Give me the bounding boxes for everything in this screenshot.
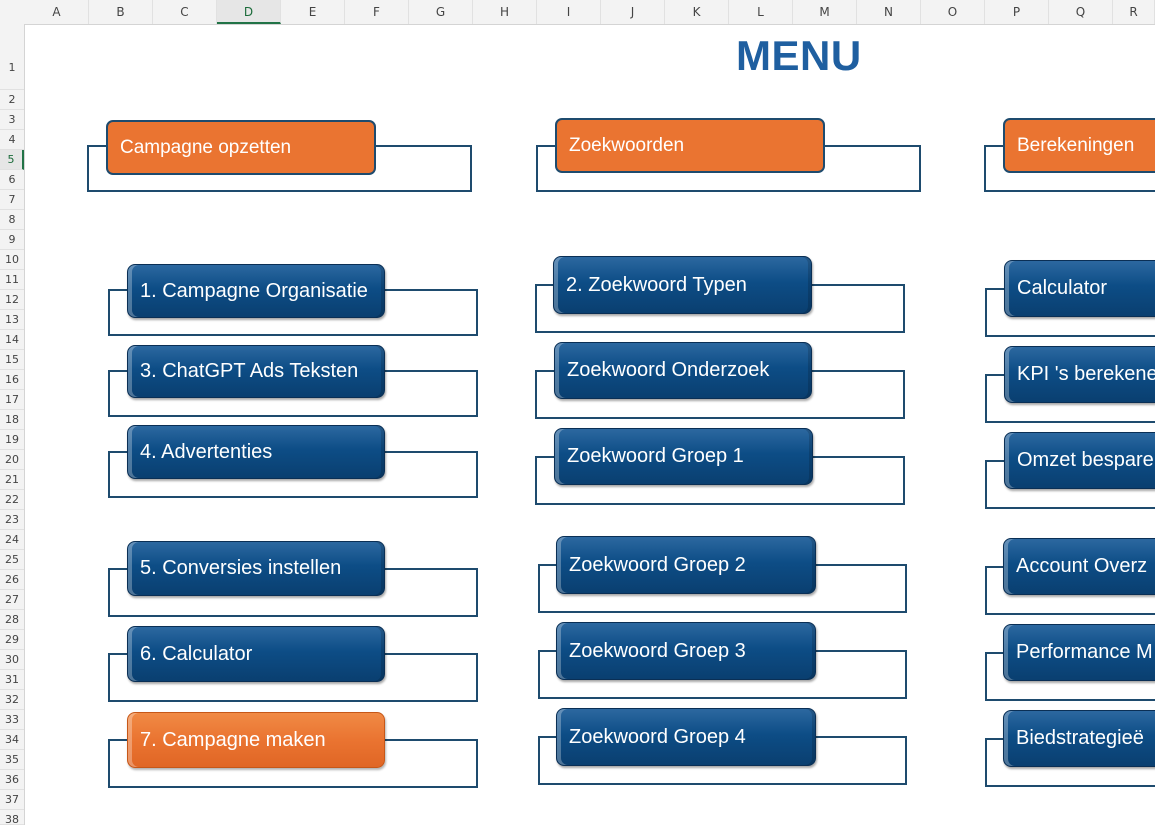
row-header[interactable]: 34: [0, 730, 24, 750]
menu-button-calculator[interactable]: 6. Calculator: [127, 626, 385, 682]
column-headers: A B C D E F G H I J K L M N O P Q R: [0, 0, 1155, 25]
column-header-o[interactable]: O: [921, 0, 985, 24]
column-header-p[interactable]: P: [985, 0, 1049, 24]
row-header[interactable]: 21: [0, 470, 24, 490]
menu-button-advertenties[interactable]: 4. Advertenties: [127, 425, 385, 479]
row-header[interactable]: 23: [0, 510, 24, 530]
row-header[interactable]: 26: [0, 570, 24, 590]
column-header-d[interactable]: D: [217, 0, 281, 24]
column-header-l[interactable]: L: [729, 0, 793, 24]
row-header[interactable]: 8: [0, 210, 24, 230]
row-header[interactable]: 18: [0, 410, 24, 430]
row-header[interactable]: 10: [0, 250, 24, 270]
menu-title: MENU: [736, 32, 862, 79]
row-header[interactable]: 16: [0, 370, 24, 390]
column-header-g[interactable]: G: [409, 0, 473, 24]
column-header-n[interactable]: N: [857, 0, 921, 24]
row-header[interactable]: 30: [0, 650, 24, 670]
row-header[interactable]: 22: [0, 490, 24, 510]
menu-button-zoekwoord-typen[interactable]: 2. Zoekwoord Typen: [553, 256, 812, 314]
row-header[interactable]: 15: [0, 350, 24, 370]
menu-button-zoekwoord-groep-4[interactable]: Zoekwoord Groep 4: [556, 708, 816, 766]
row-header[interactable]: 32: [0, 690, 24, 710]
row-header[interactable]: 5: [0, 150, 24, 170]
row-header[interactable]: 9: [0, 230, 24, 250]
menu-button-conversies-instellen[interactable]: 5. Conversies instellen: [127, 541, 385, 596]
column-header-m[interactable]: M: [793, 0, 857, 24]
row-header[interactable]: 37: [0, 790, 24, 810]
row-header[interactable]: 4: [0, 130, 24, 150]
row-header[interactable]: 29: [0, 630, 24, 650]
menu-button-biedstrategieen[interactable]: Biedstrategieë: [1003, 710, 1155, 767]
menu-button-zoekwoord-groep-1[interactable]: Zoekwoord Groep 1: [554, 428, 813, 485]
row-header[interactable]: 35: [0, 750, 24, 770]
menu-button-zoekwoord-onderzoek[interactable]: Zoekwoord Onderzoek: [554, 342, 812, 399]
row-header[interactable]: 28: [0, 610, 24, 630]
column-header-h[interactable]: H: [473, 0, 537, 24]
column-header-e[interactable]: E: [281, 0, 345, 24]
row-header[interactable]: 11: [0, 270, 24, 290]
column-header-b[interactable]: B: [89, 0, 153, 24]
menu-button-calculator-berekeningen[interactable]: Calculator: [1004, 260, 1155, 317]
row-header[interactable]: 1: [0, 24, 24, 90]
row-header[interactable]: 24: [0, 530, 24, 550]
row-header[interactable]: 3: [0, 110, 24, 130]
column-header-c[interactable]: C: [153, 0, 217, 24]
row-headers: 1 2 3 4 5 6 7 8 9 10 11 12 13 14 15 16 1…: [0, 24, 25, 826]
column-header-a[interactable]: A: [25, 0, 89, 24]
menu-button-omzet-besparen[interactable]: Omzet bespare: [1004, 432, 1155, 489]
row-header[interactable]: 20: [0, 450, 24, 470]
column-header-k[interactable]: K: [665, 0, 729, 24]
column-header-r[interactable]: R: [1113, 0, 1155, 24]
row-header[interactable]: 36: [0, 770, 24, 790]
row-header[interactable]: 7: [0, 190, 24, 210]
menu-button-account-overzicht[interactable]: Account Overz: [1003, 538, 1155, 595]
column-header-q[interactable]: Q: [1049, 0, 1113, 24]
menu-button-zoekwoord-groep-2[interactable]: Zoekwoord Groep 2: [556, 536, 816, 594]
row-header[interactable]: 27: [0, 590, 24, 610]
section-header-berekeningen[interactable]: Berekeningen: [1003, 118, 1155, 173]
row-header[interactable]: 31: [0, 670, 24, 690]
row-header[interactable]: 12: [0, 290, 24, 310]
menu-button-zoekwoord-groep-3[interactable]: Zoekwoord Groep 3: [556, 622, 816, 680]
section-header-zoekwoorden[interactable]: Zoekwoorden: [555, 118, 825, 173]
row-header[interactable]: 38: [0, 810, 24, 826]
row-header[interactable]: 25: [0, 550, 24, 570]
menu-button-performance-max[interactable]: Performance M: [1003, 624, 1155, 681]
menu-button-campagne-organisatie[interactable]: 1. Campagne Organisatie: [127, 264, 385, 318]
row-header[interactable]: 14: [0, 330, 24, 350]
column-header-j[interactable]: J: [601, 0, 665, 24]
menu-button-kpis-berekenen[interactable]: KPI 's berekene: [1004, 346, 1155, 403]
row-header[interactable]: 19: [0, 430, 24, 450]
row-header[interactable]: 6: [0, 170, 24, 190]
column-header-i[interactable]: I: [537, 0, 601, 24]
menu-button-campagne-maken[interactable]: 7. Campagne maken: [127, 712, 385, 768]
row-header[interactable]: 33: [0, 710, 24, 730]
row-header[interactable]: 2: [0, 90, 24, 110]
column-header-f[interactable]: F: [345, 0, 409, 24]
row-header[interactable]: 13: [0, 310, 24, 330]
section-header-campagne-opzetten[interactable]: Campagne opzetten: [106, 120, 376, 175]
row-header[interactable]: 17: [0, 390, 24, 410]
menu-button-chatgpt-ads-teksten[interactable]: 3. ChatGPT Ads Teksten: [127, 345, 385, 398]
